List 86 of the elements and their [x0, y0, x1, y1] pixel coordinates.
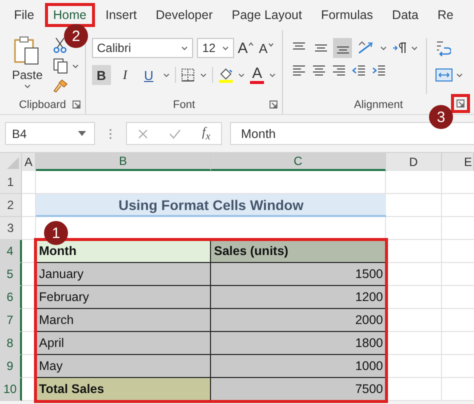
table-cell: 2000 [211, 309, 386, 331]
insert-function-button[interactable]: f$_{x}$ [202, 124, 210, 143]
caret-icon[interactable] [181, 46, 188, 50]
increase-indent-icon[interactable] [372, 65, 386, 77]
caret-icon[interactable] [411, 46, 418, 50]
ribbon-tab[interactable]: File [6, 3, 42, 27]
underline-button[interactable]: U [139, 65, 158, 85]
title-cell: Using Format Cells Window [36, 194, 386, 217]
group-label: Font [172, 99, 195, 111]
italic-button[interactable]: I [116, 65, 134, 85]
grow-font-button[interactable]: A [238, 40, 255, 56]
paste-label[interactable]: Paste [12, 68, 43, 82]
merge-cells-icon[interactable] [435, 68, 453, 82]
row-header[interactable]: 6 [0, 286, 22, 309]
table-cell: March [36, 309, 211, 331]
column-header[interactable]: D [386, 153, 442, 171]
up-caret-icon [248, 42, 254, 46]
dialog-launcher-icon[interactable] [72, 100, 81, 109]
ribbon-tab[interactable]: Re [429, 3, 462, 27]
table-cell: 1800 [211, 332, 386, 354]
scissors-icon[interactable] [52, 37, 67, 53]
vertical-align-button[interactable] [333, 38, 352, 58]
table-cell: February [36, 286, 211, 308]
table-cell: 7500 [211, 378, 386, 400]
dialog-launcher-icon[interactable] [453, 96, 468, 111]
caret-icon[interactable] [24, 84, 31, 89]
caret-icon[interactable] [200, 72, 207, 78]
name-box[interactable]: B4 [5, 122, 95, 145]
table-cell: 1500 [211, 263, 386, 285]
formula-field[interactable]: Month [230, 122, 474, 145]
font-size-dropdown[interactable]: 12 [197, 38, 234, 58]
caret-icon[interactable] [456, 72, 463, 78]
row-header[interactable]: 1 [0, 171, 22, 194]
header-cell: Sales (units) [211, 240, 386, 262]
font-name-dropdown[interactable]: Calibri [92, 38, 194, 58]
shrink-font-button[interactable]: A [258, 40, 276, 56]
row-header[interactable]: 9 [0, 355, 22, 378]
row-header[interactable]: 2 [0, 194, 22, 217]
table-cell: April [36, 332, 211, 354]
drag-handle-icon[interactable] [109, 128, 112, 140]
caret-icon[interactable] [163, 72, 170, 78]
brush-icon[interactable] [52, 79, 69, 93]
group-label: Clipboard [18, 99, 66, 111]
table-cell: 1200 [211, 286, 386, 308]
paste-icon[interactable] [13, 36, 42, 66]
ribbon-tab[interactable]: Insert [98, 3, 145, 27]
checkmark-icon[interactable] [168, 128, 181, 138]
borders-icon[interactable] [180, 68, 195, 82]
step-number-badge: 2 [64, 24, 88, 48]
decrease-indent-icon[interactable] [352, 65, 366, 77]
caret-icon [268, 42, 274, 46]
ribbon-tab[interactable]: Developer [148, 3, 221, 27]
row-header[interactable]: 4 [0, 240, 22, 263]
wrap-text-icon[interactable] [435, 40, 451, 58]
group-label: Alignment [354, 99, 403, 111]
row-header[interactable]: 7 [0, 309, 22, 332]
copy-icon[interactable] [52, 58, 68, 74]
caret-icon[interactable] [72, 64, 79, 68]
dialog-launcher-icon[interactable] [269, 100, 278, 109]
caret-icon[interactable] [222, 46, 229, 50]
caret-icon[interactable] [380, 46, 387, 50]
table-cell: Total Sales [36, 378, 211, 400]
ribbon-tab[interactable]: Page Layout [224, 3, 310, 27]
ribbon-tab[interactable]: Data [384, 3, 426, 27]
caret-icon[interactable] [269, 72, 276, 78]
align-right-icon[interactable] [332, 65, 346, 77]
font-color-button[interactable]: A [250, 66, 264, 84]
align-left-icon[interactable] [292, 65, 306, 77]
paragraph-direction-icon[interactable] [392, 42, 408, 54]
column-header[interactable]: E [442, 153, 474, 171]
row-header[interactable]: 8 [0, 332, 22, 355]
row-header[interactable]: 10 [0, 378, 22, 401]
column-header[interactable]: C [211, 153, 386, 171]
vertical-align-icon[interactable] [314, 42, 328, 54]
table-cell: May [36, 355, 211, 377]
row-header[interactable]: 5 [0, 263, 22, 286]
caret-icon[interactable] [238, 72, 246, 78]
ribbon-tab[interactable]: Formulas [312, 3, 382, 27]
align-center-icon[interactable] [312, 65, 326, 77]
column-header[interactable]: B [36, 153, 211, 171]
bold-button[interactable]: B [92, 65, 111, 85]
table-cell: 1000 [211, 355, 386, 377]
step-number-badge: 3 [429, 105, 453, 129]
fill-bucket-icon[interactable] [218, 67, 234, 83]
header-cell: Month [36, 240, 211, 262]
table-cell: January [36, 263, 211, 285]
